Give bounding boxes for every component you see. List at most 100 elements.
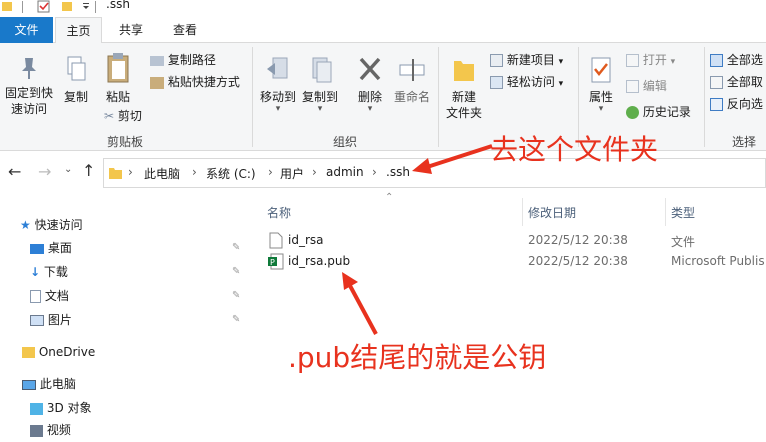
select-all-button[interactable]: 全部选 [710, 51, 763, 69]
pin-icon [22, 58, 36, 79]
copy-icon [67, 56, 86, 81]
file-name: id_rsa.pub [288, 254, 351, 268]
copy-to-button[interactable]: 复制到 ▾ [298, 55, 342, 114]
rename-label: 重命名 [393, 90, 430, 104]
properties-button[interactable]: 属性 ▾ [582, 55, 620, 114]
select-none-button[interactable]: 全部取 [710, 73, 763, 91]
annotation-go-to-folder: 去这个文件夹 [490, 133, 659, 166]
folder-icon [109, 168, 122, 179]
pin-icon[interactable]: ✎ [232, 284, 240, 308]
table-row[interactable]: id_rsa 2022/5/12 20:38 文件 [263, 230, 766, 252]
column-header-type[interactable]: 类型 [671, 204, 695, 221]
file-modified: 2022/5/12 20:38 [528, 233, 628, 247]
invert-selection-label: 反向选 [726, 97, 763, 111]
breadcrumb-separator-icon: › [312, 165, 317, 179]
forward-arrow-icon[interactable]: → [38, 162, 51, 181]
file-modified: 2022/5/12 20:38 [528, 254, 628, 268]
back-arrow-icon[interactable]: ← [8, 162, 21, 181]
tab-view[interactable]: 查看 [160, 17, 210, 43]
ribbon-separator [252, 47, 253, 147]
nav-documents[interactable]: 文档 ✎ [30, 284, 246, 308]
up-arrow-icon[interactable]: ↑ [82, 161, 95, 180]
easy-access-button[interactable]: 轻松访问 ▾ [490, 73, 563, 93]
file-type: 文件 [671, 235, 696, 249]
pin-icon[interactable]: ✎ [232, 236, 240, 260]
new-item-label: 新建项目 [506, 53, 555, 67]
video-icon [30, 424, 43, 437]
rename-button[interactable]: 重命名 [390, 55, 434, 105]
ribbon-separator [438, 47, 439, 147]
pin-to-quick-access-button[interactable]: 固定到快 速访问 [2, 55, 56, 117]
cut-button[interactable]: ✂ 剪切 [104, 107, 142, 125]
invert-selection-button[interactable]: 反向选 [710, 95, 763, 113]
file-name: id_rsa [288, 233, 324, 247]
history-label: 历史记录 [642, 105, 691, 119]
edit-label: 编辑 [642, 79, 667, 93]
nav-pictures-label: 图片 [47, 313, 72, 327]
new-folder-label: 新建 文件夹 [445, 90, 482, 120]
breadcrumb-drive-c[interactable]: 系统 (C:) [206, 165, 256, 182]
column-separator[interactable] [665, 198, 666, 226]
nav-pictures[interactable]: 图片 ✎ [30, 308, 246, 332]
tab-file[interactable]: 文件 [0, 17, 53, 43]
select-all-icon [710, 54, 723, 67]
history-icon [626, 106, 639, 119]
document-icon [30, 290, 41, 303]
nav-desktop[interactable]: 桌面 ✎ [30, 236, 246, 260]
nav-3d-objects-label: 3D 对象 [46, 401, 92, 415]
pin-icon[interactable]: ✎ [232, 308, 240, 332]
nav-this-pc[interactable]: 此电脑 [22, 372, 76, 396]
open-button[interactable]: 打开 ▾ [626, 51, 675, 71]
new-item-icon [490, 54, 503, 67]
recent-locations-chevron-icon[interactable]: ⌄ [64, 164, 72, 175]
new-folder-button[interactable]: 新建 文件夹 [442, 55, 486, 121]
star-icon: ★ [20, 218, 31, 232]
copy-button[interactable]: 复制 [58, 55, 94, 105]
annotation-pub-is-public-key: .pub结尾的就是公钥 [288, 341, 547, 374]
column-header-name[interactable]: 名称 [267, 204, 291, 221]
paste-button[interactable]: 粘贴 [100, 51, 136, 105]
move-to-button[interactable]: 移动到 ▾ [256, 55, 300, 114]
nav-3d-objects[interactable]: 3D 对象 [30, 396, 92, 420]
breadcrumb-admin[interactable]: admin [326, 165, 364, 179]
copy-path-button[interactable]: 复制路径 [150, 51, 216, 69]
annotation-arrow-icon [412, 144, 493, 174]
select-none-icon [710, 76, 723, 89]
nav-quick-access-label: 快速访问 [34, 218, 83, 232]
pin-icon[interactable]: ✎ [232, 260, 240, 284]
new-item-button[interactable]: 新建项目 ▾ [490, 51, 563, 71]
chevron-down-icon: ▾ [670, 57, 676, 67]
copy-to-icon [312, 57, 332, 83]
column-header-modified[interactable]: 修改日期 [528, 204, 576, 221]
nav-this-pc-label: 此电脑 [39, 377, 76, 391]
sort-chevron-up-icon: ⌃ [385, 192, 394, 203]
paste-shortcut-button[interactable]: 粘贴快捷方式 [150, 73, 240, 91]
breadcrumb-separator-icon: › [372, 165, 377, 179]
clipboard-group-label: 剪贴板 [106, 135, 143, 149]
tab-share[interactable]: 共享 [106, 17, 156, 43]
open-label: 打开 [642, 53, 667, 67]
history-button[interactable]: 历史记录 [626, 103, 691, 121]
tab-home[interactable]: 主页 [55, 17, 102, 44]
nav-desktop-label: 桌面 [47, 241, 72, 255]
nav-quick-access[interactable]: ★ 快速访问 [20, 213, 83, 237]
organize-group-label: 组织 [332, 135, 357, 149]
properties-label: 属性 [588, 90, 613, 104]
paste-icon [107, 53, 129, 83]
column-separator[interactable] [522, 198, 523, 226]
chevron-down-icon: ▾ [558, 57, 564, 67]
select-group-label: 选择 [731, 135, 756, 149]
nav-videos-label: 视频 [46, 423, 71, 437]
nav-onedrive[interactable]: OneDrive [22, 340, 95, 364]
folder-icon [454, 61, 474, 81]
file-list: ⌃ 名称 修改日期 类型 id_rsa 2022/5/12 20:38 文件 P… [249, 192, 766, 429]
delete-button[interactable]: 删除 ▾ [350, 55, 390, 114]
quick-access-toolbar[interactable] [0, 0, 100, 14]
copy-to-label: 复制到 [301, 90, 338, 104]
edit-button[interactable]: 编辑 [626, 77, 667, 95]
nav-videos[interactable]: 视频 [30, 418, 71, 442]
breadcrumb-users[interactable]: 用户 [280, 165, 304, 182]
nav-downloads[interactable]: ↓ 下载 ✎ [30, 260, 246, 284]
edit-icon [626, 80, 639, 93]
breadcrumb-this-pc[interactable]: 此电脑 [144, 165, 180, 182]
